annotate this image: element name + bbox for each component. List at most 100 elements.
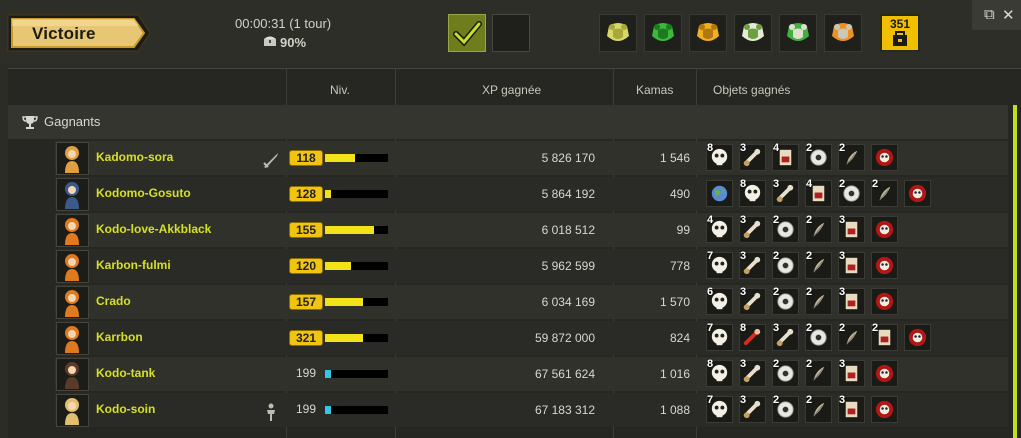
avatar[interactable] xyxy=(56,142,89,175)
skull-icon[interactable]: 6 xyxy=(706,286,733,315)
globe-icon[interactable] xyxy=(706,180,733,207)
player-name[interactable]: Crado xyxy=(96,294,131,308)
skull-icon[interactable]: 4 xyxy=(706,214,733,243)
eye-icon[interactable]: 2 xyxy=(772,250,799,279)
avatar[interactable] xyxy=(56,178,89,211)
red-skull-icon[interactable] xyxy=(871,288,898,315)
empty-slot[interactable] xyxy=(492,14,530,52)
scrollbar[interactable] xyxy=(1013,105,1017,438)
chest-icon xyxy=(264,36,276,46)
armor-yellow-icon[interactable] xyxy=(599,14,637,52)
eye-icon[interactable]: 2 xyxy=(772,286,799,315)
scroll-icon[interactable]: 4 xyxy=(805,178,832,207)
level-progress-bar xyxy=(325,226,388,234)
player-name[interactable]: Karrbon xyxy=(96,330,143,344)
red-skull-icon[interactable] xyxy=(871,252,898,279)
ready-check-button[interactable] xyxy=(448,14,486,52)
avatar[interactable] xyxy=(56,214,89,247)
feather-icon[interactable]: 2 xyxy=(805,286,832,315)
player-name[interactable]: Kadomo-sora xyxy=(96,150,173,164)
total-loot-button[interactable]: 351 xyxy=(880,14,920,52)
player-row[interactable]: Karrbon 321 59 872 000 824 7 8 3 2 2 2 xyxy=(55,321,1008,355)
player-name[interactable]: Kodo-tank xyxy=(96,366,155,380)
skull-icon[interactable]: 8 xyxy=(706,358,733,387)
item-quantity: 2 xyxy=(872,178,879,190)
armor-white-green-icon[interactable] xyxy=(734,14,772,52)
kamas-gained: 1 546 xyxy=(659,151,690,165)
player-row[interactable]: Karbon-fulmi 120 5 962 599 778 7 3 2 2 3 xyxy=(55,249,1008,283)
red-skull-icon[interactable] xyxy=(871,396,898,423)
popout-icon[interactable]: ⧉ xyxy=(984,6,995,23)
player-name[interactable]: Karbon-fulmi xyxy=(96,258,171,272)
feather-icon[interactable]: 2 xyxy=(805,394,832,423)
feather-icon[interactable]: 2 xyxy=(805,358,832,387)
item-quantity: 3 xyxy=(839,286,846,298)
scroll-icon[interactable]: 3 xyxy=(838,214,865,243)
armor-orange-icon[interactable] xyxy=(824,14,862,52)
scroll-icon[interactable]: 2 xyxy=(871,322,898,351)
skull-icon[interactable]: 8 xyxy=(706,142,733,171)
bone-icon[interactable]: 3 xyxy=(772,178,799,207)
player-row[interactable]: Kodo-tank 199 67 561 624 1 016 8 3 2 2 3 xyxy=(55,357,1008,391)
skull-icon[interactable]: 7 xyxy=(706,394,733,423)
avatar[interactable] xyxy=(56,322,89,355)
level-progress-fill xyxy=(325,370,332,378)
armor-gold-icon[interactable] xyxy=(689,14,727,52)
item-quantity: 8 xyxy=(740,322,747,334)
bone-icon[interactable]: 3 xyxy=(739,250,766,279)
item-quantity: 2 xyxy=(806,358,813,370)
eye-icon[interactable]: 2 xyxy=(772,394,799,423)
scroll-icon[interactable]: 3 xyxy=(838,250,865,279)
skull-icon[interactable]: 8 xyxy=(739,178,766,207)
bone-icon[interactable]: 3 xyxy=(739,358,766,387)
item-quantity: 3 xyxy=(740,214,747,226)
player-row[interactable]: Kadomo-sora 118 5 826 170 1 546 8 3 4 2 2 xyxy=(55,141,1008,175)
scroll-icon[interactable]: 3 xyxy=(838,394,865,423)
player-row[interactable]: Kodomo-Gosuto 128 5 864 192 490 8 3 4 2 2 xyxy=(55,177,1008,211)
feather-icon[interactable]: 2 xyxy=(838,142,865,171)
eye-icon[interactable]: 2 xyxy=(772,358,799,387)
player-name[interactable]: Kodo-love-Akkblack xyxy=(96,222,211,236)
scroll-icon[interactable]: 3 xyxy=(838,286,865,315)
player-row[interactable]: Kodo-love-Akkblack 155 6 018 512 99 4 3 2 2 3 xyxy=(55,213,1008,247)
feather-icon[interactable]: 2 xyxy=(871,178,898,207)
armor-green-white-icon[interactable] xyxy=(779,14,817,52)
scroll-icon[interactable]: 3 xyxy=(838,358,865,387)
avatar[interactable] xyxy=(56,394,89,427)
column-header-level[interactable]: Niv. xyxy=(330,69,350,105)
bone-icon[interactable]: 3 xyxy=(739,214,766,243)
player-name[interactable]: Kodomo-Gosuto xyxy=(96,186,191,200)
feather-icon[interactable]: 2 xyxy=(805,250,832,279)
bone-icon[interactable]: 3 xyxy=(739,286,766,315)
red-skull-icon[interactable] xyxy=(871,216,898,243)
red-skull-icon[interactable] xyxy=(871,360,898,387)
level-progress-bar xyxy=(325,190,388,198)
close-icon[interactable]: ✕ xyxy=(1002,6,1015,24)
bone-icon[interactable]: 3 xyxy=(739,394,766,423)
bone-icon[interactable]: 3 xyxy=(772,322,799,351)
red-skull-icon[interactable] xyxy=(904,180,931,207)
feather-icon[interactable]: 2 xyxy=(838,322,865,351)
column-header-kamas[interactable]: Kamas xyxy=(636,69,673,105)
column-header-xp[interactable]: XP gagnée xyxy=(482,69,541,105)
red-bone-icon[interactable]: 8 xyxy=(739,322,766,351)
player-row[interactable]: Kodo-soin 199 67 183 312 1 088 7 3 2 2 3 xyxy=(55,393,1008,427)
skull-icon[interactable]: 7 xyxy=(706,250,733,279)
eye-icon[interactable]: 2 xyxy=(772,214,799,243)
armor-green-icon[interactable] xyxy=(644,14,682,52)
feather-icon[interactable]: 2 xyxy=(805,214,832,243)
eye-icon[interactable]: 2 xyxy=(805,142,832,171)
eye-icon[interactable]: 2 xyxy=(805,322,832,351)
scroll-icon[interactable]: 4 xyxy=(772,142,799,171)
column-header-items[interactable]: Objets gagnés xyxy=(713,69,790,105)
skull-icon[interactable]: 7 xyxy=(706,322,733,351)
red-skull-icon[interactable] xyxy=(871,144,898,171)
player-row[interactable]: Crado 157 6 034 169 1 570 6 3 2 2 3 xyxy=(55,285,1008,319)
bone-icon[interactable]: 3 xyxy=(739,142,766,171)
player-name[interactable]: Kodo-soin xyxy=(96,402,155,416)
avatar[interactable] xyxy=(56,358,89,391)
avatar[interactable] xyxy=(56,286,89,319)
red-skull-icon[interactable] xyxy=(904,324,931,351)
avatar[interactable] xyxy=(56,250,89,283)
eye-icon[interactable]: 2 xyxy=(838,178,865,207)
